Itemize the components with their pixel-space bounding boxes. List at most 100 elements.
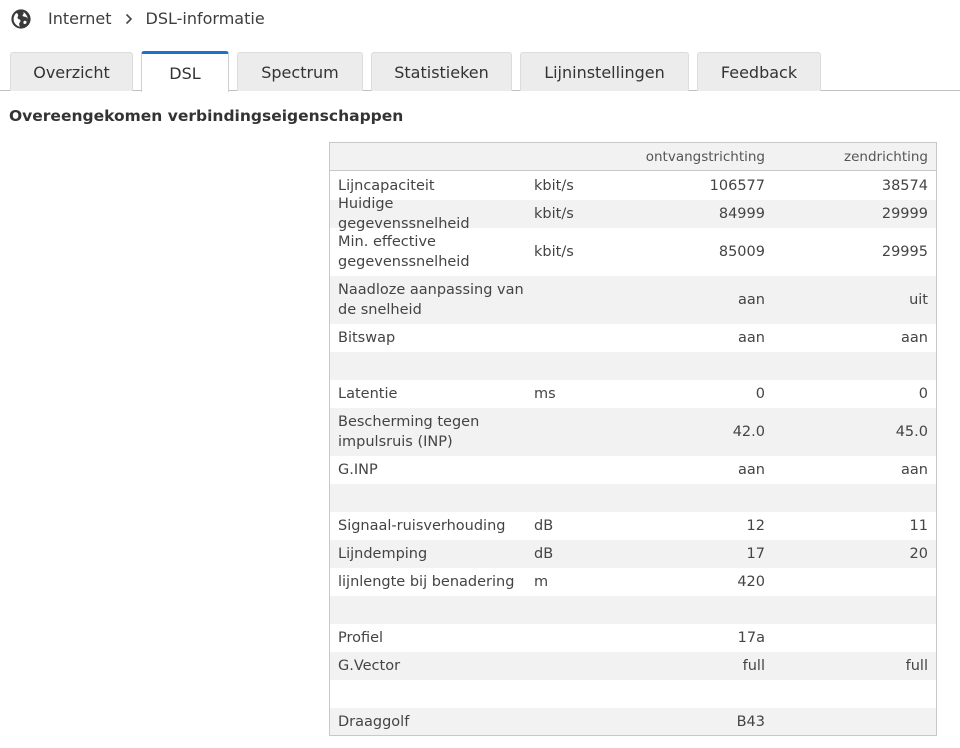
row-label: G.Vector [338, 658, 401, 674]
column-header-up: zendrichting [844, 148, 928, 165]
chevron-right-icon [125, 13, 132, 25]
table-spacer-row [330, 352, 936, 380]
row-value-down [630, 680, 765, 708]
row-unit: ms [534, 386, 556, 402]
row-unit [534, 456, 604, 484]
row-label: Signaal-ruisverhouding [338, 518, 506, 534]
table-row: G.INP aan aan [330, 456, 936, 484]
row-label [338, 352, 528, 380]
row-value-down: 17 [746, 546, 765, 562]
row-unit [534, 276, 604, 324]
row-label: lijnlengte bij benadering [338, 574, 515, 590]
row-label: Lijndemping [338, 546, 428, 562]
row-value-up [780, 624, 928, 652]
globe-icon [11, 9, 31, 29]
row-unit: dB [534, 518, 554, 534]
row-value-up [780, 708, 928, 735]
row-label [338, 680, 528, 708]
row-value-down: full [742, 658, 765, 674]
row-label: Bescherming tegen impulsruis (INP) [338, 414, 480, 450]
row-value-down: aan [738, 462, 765, 478]
table-row: Latentie ms 0 0 [330, 380, 936, 408]
tab-bar: Overzicht DSL Spectrum Statistieken Lijn… [0, 51, 960, 92]
table-row: Signaal-ruisverhouding dB 12 11 [330, 512, 936, 540]
table-row: Naadloze aanpassing van de snelheid aan … [330, 276, 936, 324]
table-spacer-row [330, 680, 936, 708]
tab-overzicht[interactable]: Overzicht [10, 52, 133, 91]
row-unit [534, 708, 604, 735]
row-label: Draaggolf [338, 714, 410, 730]
row-value-down: 0 [755, 386, 765, 402]
row-unit [534, 408, 604, 456]
table-spacer-row [330, 596, 936, 624]
row-value-up: 38574 [881, 178, 928, 194]
row-unit [534, 484, 604, 512]
table-spacer-row [330, 484, 936, 512]
row-unit: kbit/s [534, 244, 574, 260]
row-value-up: 29999 [881, 206, 928, 222]
row-value-up: 45.0 [895, 424, 928, 440]
row-unit [534, 324, 604, 352]
row-label: Naadloze aanpassing van de snelheid [338, 282, 524, 318]
table-row: lijnlengte bij benadering m 420 [330, 568, 936, 596]
tab-spectrum[interactable]: Spectrum [237, 52, 363, 91]
table-row: Draaggolf B43 [330, 708, 936, 735]
row-value-down [630, 352, 765, 380]
breadcrumb-internet-link[interactable]: Internet [48, 8, 112, 30]
row-unit [534, 624, 604, 652]
tab-statistieken[interactable]: Statistieken [371, 52, 512, 91]
row-value-down [630, 596, 765, 624]
row-unit: kbit/s [534, 206, 574, 222]
row-unit [534, 596, 604, 624]
table-row: G.Vector full full [330, 652, 936, 680]
row-value-up: 20 [909, 546, 928, 562]
row-label [338, 596, 528, 624]
row-value-up: uit [909, 292, 928, 308]
row-label: Min. effective gegevenssnelheid [338, 234, 470, 270]
row-value-up [780, 484, 928, 512]
row-value-down: 17a [737, 630, 765, 646]
breadcrumb-current: DSL-informatie [145, 9, 265, 28]
row-unit [534, 352, 604, 380]
row-value-down: 84999 [718, 206, 765, 222]
row-value-down: 106577 [709, 178, 765, 194]
row-value-up [780, 680, 928, 708]
table-row: Bitswap aan aan [330, 324, 936, 352]
row-value-down: aan [738, 330, 765, 346]
row-value-down: 42.0 [732, 424, 765, 440]
row-unit: m [534, 574, 549, 590]
row-unit [534, 680, 604, 708]
row-unit: dB [534, 546, 554, 562]
row-label: Latentie [338, 386, 398, 402]
row-label [338, 484, 528, 512]
row-value-down: 12 [746, 518, 765, 534]
row-label: Huidige gegevenssnelheid [338, 196, 470, 232]
connection-properties-table: ontvangstrichting zendrichting Lijncapac… [329, 142, 937, 736]
table-row: Huidige gegevenssnelheid kbit/s 84999 29… [330, 196, 936, 232]
row-label: Bitswap [338, 330, 396, 346]
table-row: Bescherming tegen impulsruis (INP) 42.0 … [330, 408, 936, 456]
table-header-row: ontvangstrichting zendrichting [330, 143, 936, 171]
row-value-up [780, 568, 928, 596]
row-unit [534, 652, 604, 680]
tab-feedback[interactable]: Feedback [697, 52, 821, 91]
row-label: G.INP [338, 462, 378, 478]
column-header-down: ontvangstrichting [645, 148, 765, 165]
tab-lijninstellingen[interactable]: Lijninstellingen [520, 52, 689, 91]
row-value-up: 11 [909, 518, 928, 534]
row-value-up [780, 596, 928, 624]
row-value-up: aan [901, 330, 928, 346]
breadcrumb: Internet DSL-informatie [10, 8, 265, 30]
row-value-down: B43 [736, 714, 765, 730]
row-label: Profiel [338, 630, 384, 646]
row-value-down [630, 484, 765, 512]
tab-dsl[interactable]: DSL [141, 51, 229, 92]
row-value-up: 0 [918, 386, 928, 402]
row-value-down: 85009 [718, 244, 765, 260]
row-value-up: aan [901, 462, 928, 478]
row-value-down: 420 [737, 574, 765, 590]
row-value-up [780, 352, 928, 380]
row-unit: kbit/s [534, 178, 574, 194]
section-title: Overeengekomen verbindingseigenschappen [9, 107, 404, 125]
row-value-up: full [905, 658, 928, 674]
